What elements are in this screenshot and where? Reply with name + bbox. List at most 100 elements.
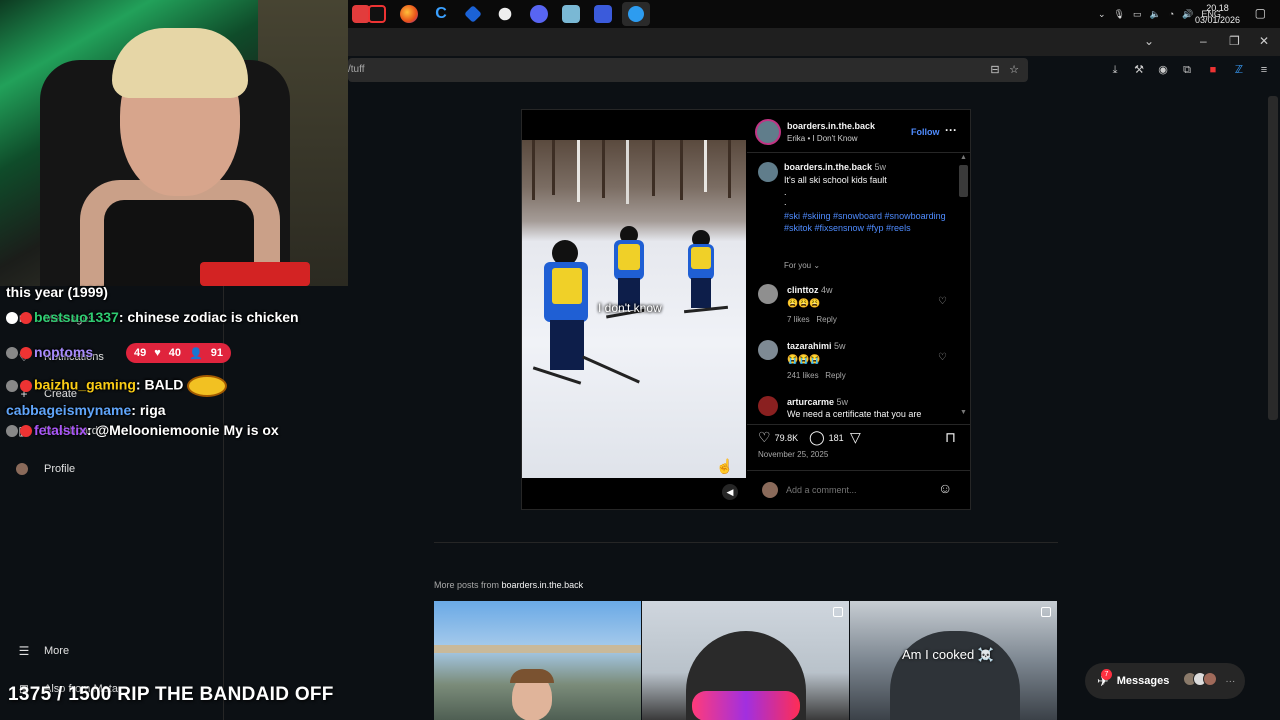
post-thumbnail[interactable] [642, 601, 849, 720]
messages-badge: 7 [1101, 669, 1112, 680]
battery-icon[interactable]: ▭ [1133, 9, 1142, 20]
like-button[interactable]: ♡ 79.8K [758, 429, 798, 446]
chat-text: this year (1999) [6, 284, 108, 300]
obs-icon[interactable] [594, 5, 612, 23]
volume-icon[interactable]: 🔈 [1150, 9, 1161, 20]
chat-username[interactable]: fetalstix [34, 422, 87, 438]
wrench-icon[interactable]: ⚒ [1132, 63, 1146, 77]
volume-icon[interactable]: ◀ [722, 484, 738, 500]
post-thumbnail[interactable]: Am I cooked ☠️ [850, 601, 1057, 720]
heart-icon: ♥ [154, 347, 161, 359]
share-icon: ▽ [850, 429, 861, 445]
avatar[interactable] [758, 396, 778, 416]
account-icon[interactable]: ◉ [1156, 63, 1170, 77]
avatar[interactable] [755, 119, 781, 145]
more-posts-username[interactable]: boarders.in.the.back [502, 580, 584, 590]
restore-icon[interactable]: ❐ [1229, 34, 1240, 48]
chat-username[interactable]: baizhu_gaming [34, 377, 136, 393]
chat-username[interactable]: cabbageismyname [6, 402, 131, 418]
app-icon[interactable] [464, 5, 482, 23]
like-count: 79.8K [774, 432, 799, 443]
firefox-icon[interactable] [400, 5, 418, 23]
for-you-toggle[interactable]: For you ⌄ [784, 261, 820, 270]
notifications-icon[interactable]: ▢ [1255, 6, 1266, 20]
post-date: November 25, 2025 [758, 450, 829, 459]
close-icon[interactable]: ✕ [1259, 34, 1269, 48]
comment-user[interactable]: clinttoz [787, 285, 819, 295]
post-username[interactable]: boarders.in.the.back [787, 121, 875, 131]
address-bar[interactable] [348, 58, 1028, 82]
extension-badge-icon[interactable]: ■ [1206, 63, 1220, 77]
minimize-icon[interactable]: – [1200, 34, 1207, 48]
chat-message: cabbageismyname: riga [6, 402, 166, 418]
more-icon: ··· [1225, 675, 1236, 687]
nav-profile[interactable]: Profile [16, 458, 75, 480]
comment-username: arturcarme 5w [787, 397, 848, 407]
comment-likes[interactable]: 241 likes [787, 371, 819, 380]
chat-badge-icon [6, 312, 18, 325]
comment-like-icon[interactable]: ♡ [938, 296, 947, 307]
video-caption: I don't know [598, 301, 662, 315]
avatar[interactable] [758, 340, 778, 360]
share-button[interactable]: ▽ [850, 429, 861, 446]
files-icon[interactable] [562, 5, 580, 23]
bookmark-icon: ⊓ [945, 429, 956, 445]
comment-reply[interactable]: Reply [825, 371, 845, 380]
page-scrollbar[interactable] [1268, 96, 1278, 420]
translate-icon[interactable]: ℤ [1232, 63, 1246, 77]
chevron-down-icon[interactable]: ⌄ [1144, 34, 1154, 48]
follow-button[interactable]: Follow [911, 127, 940, 137]
avatar[interactable] [758, 284, 778, 304]
browser-active-icon[interactable] [622, 2, 650, 26]
chat-message: this year (1999) [6, 284, 108, 300]
scroll-up-icon[interactable]: ▲ [960, 154, 967, 161]
chat-badge-icon [20, 347, 32, 360]
chat-message: noptoms [6, 344, 93, 360]
comment-reply[interactable]: Reply [816, 315, 836, 324]
messages-pill[interactable]: ✈ Messages ··· [1085, 663, 1245, 699]
more-options-icon[interactable]: ··· [945, 123, 957, 137]
ccleaner-icon[interactable]: C [432, 5, 450, 23]
comment-likes[interactable]: 7 likes [787, 315, 810, 324]
post-audio[interactable]: Erika • I Don't Know [787, 134, 858, 143]
clock-time: 20.18 [1206, 3, 1229, 13]
chat-username[interactable]: noptoms [34, 344, 93, 360]
scroll-down-icon[interactable]: ▼ [960, 409, 967, 416]
chat-badge-icon [20, 380, 32, 392]
avatar[interactable] [758, 162, 778, 182]
app-icon[interactable] [368, 5, 386, 23]
chat-text: BALD [144, 376, 184, 393]
comment-user[interactable]: arturcarme [787, 397, 834, 407]
reader-icon[interactable]: ⊟ [988, 63, 1002, 77]
post-thumbnail[interactable] [434, 601, 641, 720]
avatar [16, 463, 28, 475]
discord-icon[interactable] [530, 5, 548, 23]
comment-icon: ◯ [809, 429, 825, 445]
nav-more[interactable]: ☰ More [16, 640, 69, 662]
comment-button[interactable]: ◯ 181 [809, 429, 844, 446]
extensions-icon[interactable]: ⧉ [1180, 63, 1194, 77]
shield-app-icon[interactable] [498, 7, 512, 21]
emoji-icon[interactable]: ☺ [938, 480, 952, 496]
download-icon[interactable]: ⤓ [1108, 63, 1122, 77]
chat-message: fetalstix: @Melooniemoonie My is ox [6, 422, 279, 438]
chat-username[interactable]: bestsuo1337 [34, 309, 119, 325]
comment-username: clinttoz 4w [787, 285, 833, 295]
save-button[interactable]: ⊓ [945, 429, 956, 446]
caption-user[interactable]: boarders.in.the.back [784, 162, 872, 172]
speaker-icon[interactable]: 🔊 [1182, 9, 1193, 20]
comments-scrollbar[interactable] [959, 165, 968, 197]
live-counts: 49 ♥ 40 👤 91 [126, 343, 231, 363]
hashtags[interactable]: #ski #skiing #snowboard #snowboarding #s… [784, 210, 959, 234]
comment-user[interactable]: tazarahimi [787, 341, 832, 351]
comment-like-icon[interactable]: ♡ [938, 352, 947, 363]
reel-video[interactable]: I don't know ◀ [522, 110, 746, 509]
add-comment-input[interactable] [786, 482, 926, 498]
mic-icon[interactable]: 🎙 [1114, 9, 1125, 20]
caption-age: 5w [874, 162, 887, 172]
bookmark-star-icon[interactable]: ☆ [1007, 63, 1021, 77]
chevron-up-icon[interactable]: ⌄ [1098, 9, 1106, 20]
wifi-icon[interactable]: ◔ [1169, 9, 1174, 19]
menu-icon[interactable]: ≡ [1257, 63, 1271, 77]
clock[interactable]: 20.18 03/01/2026 [1195, 2, 1240, 26]
